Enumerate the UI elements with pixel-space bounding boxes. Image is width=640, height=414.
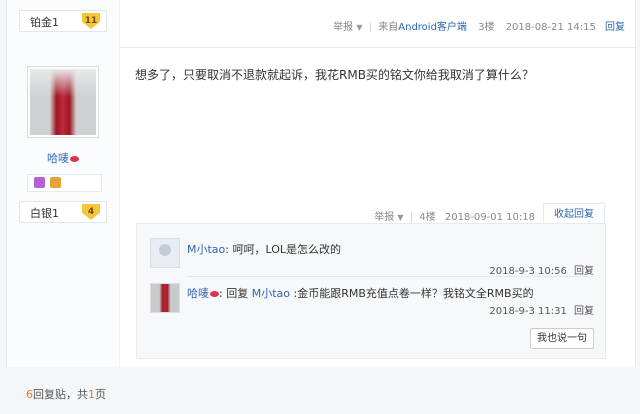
floor-number: 3楼 [478, 22, 495, 33]
level-shield-icon: 4 [82, 204, 100, 220]
caret-down-icon[interactable]: ▼ [397, 213, 403, 222]
level-shield-icon: 11 [82, 13, 100, 29]
report-link[interactable]: 举报 [374, 212, 394, 223]
meta-separator: | [368, 22, 373, 33]
reply-colon: : [219, 287, 223, 300]
medal-row [27, 174, 102, 192]
reply-meta: 2018-9-3 10:56 回复 [489, 262, 594, 277]
reply-text: :金币能跟RMB充值点卷一样？我铭文全RMB买的 [293, 287, 534, 300]
prev-post-meta: 举报 ▼ | 来自Android客户端 3楼 2018-08-21 14:15 … [333, 18, 625, 33]
author-avatar[interactable] [27, 66, 99, 138]
reply-text-line: M小tao: 呵呵，LOL是怎么改的 [187, 241, 341, 257]
reply-colon: : [225, 243, 229, 256]
reply-target[interactable]: M小tao [252, 287, 290, 300]
reply-link[interactable]: 回复 [574, 306, 594, 317]
tie-avatar-image [30, 69, 96, 135]
source-prefix: 来自 [378, 22, 399, 33]
reply-prefix: 回复 [226, 287, 249, 300]
author-sidebar: 铂金1 11 哈唛 白银1 4 [7, 0, 120, 367]
reply-link[interactable]: 回复 [605, 22, 625, 33]
reply-count: 6 [26, 388, 33, 401]
collapse-replies-button[interactable]: 收起回复 [543, 203, 605, 224]
floor-number: 4楼 [419, 212, 436, 223]
page-count: 1 [88, 388, 95, 401]
prev-rank-badge: 铂金1 11 [19, 10, 107, 32]
source-link[interactable]: Android客户端 [398, 22, 467, 33]
reply-author[interactable]: M小tao [187, 243, 225, 256]
post-area: 铂金1 11 哈唛 白银1 4 举报 ▼ | 来自Android客户端 3楼 2… [6, 0, 636, 367]
post-timestamp: 2018-09-01 10:18 [444, 212, 535, 223]
lips-icon [210, 291, 219, 297]
caret-down-icon[interactable]: ▼ [356, 23, 362, 32]
reply-text: 呵呵，LOL是怎么改的 [232, 243, 342, 256]
author-rank-badge: 白银1 4 [19, 201, 107, 223]
reply-author[interactable]: 哈唛 [187, 287, 209, 300]
reply-box: M小tao: 呵呵，LOL是怎么改的 2018-9-3 10:56 回复 哈唛:… [136, 223, 606, 359]
post-divider [120, 47, 635, 48]
reply-avatar[interactable] [150, 283, 180, 313]
say-something-button[interactable]: 我也说一句 [530, 328, 594, 349]
post-body: 举报 ▼ | 来自Android客户端 3楼 2018-08-21 14:15 … [120, 0, 635, 367]
author-username[interactable]: 哈唛 [47, 150, 79, 166]
meta-separator: | [409, 212, 414, 223]
report-link[interactable]: 举报 [333, 22, 353, 33]
medal-purple-icon[interactable] [34, 177, 45, 188]
reply-timestamp: 2018-9-3 11:31 [489, 306, 567, 317]
reply-avatar[interactable] [150, 238, 180, 268]
prev-rank-label: 铂金1 [30, 16, 59, 29]
reply-separator [187, 276, 594, 277]
author-name[interactable]: 哈唛 [47, 152, 69, 165]
pager-text: 回复贴，共 [33, 388, 88, 401]
medal-gold-icon[interactable] [50, 177, 61, 188]
author-rank-label: 白银1 [30, 207, 59, 220]
pager: 6回复贴，共1页 [26, 386, 106, 402]
post-meta: 举报 ▼ | 4楼 2018-09-01 10:18 [374, 208, 535, 223]
reply-meta: 2018-9-3 11:31 回复 [489, 302, 594, 317]
lips-icon [70, 156, 79, 162]
post-content: 想多了，只要取消不退款就起诉，我花RMB买的铭文你给我取消了算什么？ [135, 68, 534, 82]
post-timestamp: 2018-08-21 14:15 [505, 22, 596, 33]
reply-text-line: 哈唛: 回复 M小tao :金币能跟RMB充值点卷一样？我铭文全RMB买的 [187, 285, 534, 301]
pager-suffix: 页 [95, 388, 106, 401]
